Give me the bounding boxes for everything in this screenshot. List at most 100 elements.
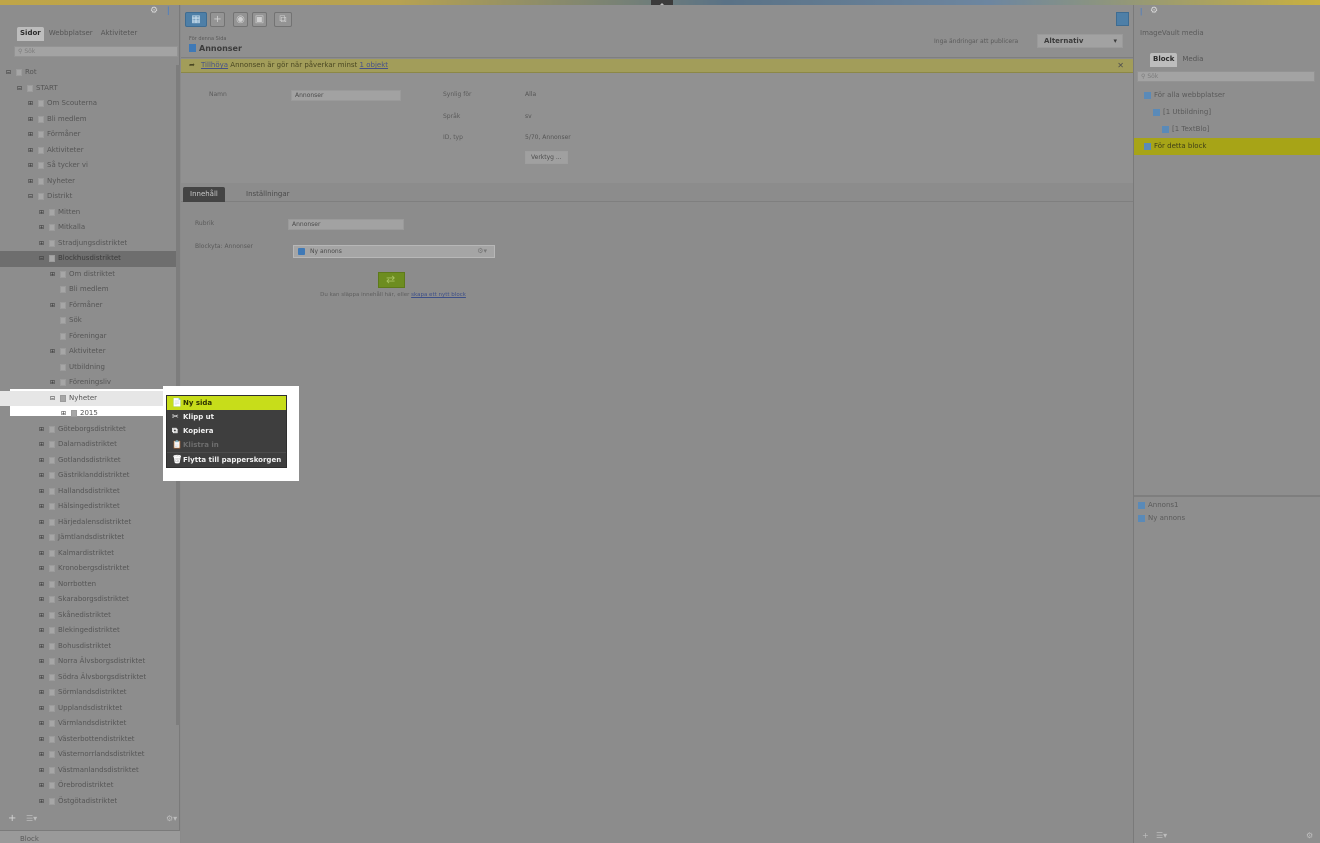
tree-item[interactable]: Föreningar xyxy=(0,329,176,345)
tree-item[interactable]: ⊞ Bohusdistriktet xyxy=(0,639,176,655)
tree-item[interactable]: ⊞ Nyheter xyxy=(0,174,176,190)
alternatives-button[interactable]: Alternativ xyxy=(1037,34,1123,48)
tree-item[interactable]: ⊞ Upplandsdistriktet xyxy=(0,701,176,717)
block-search-input[interactable]: ⚲ Sök xyxy=(1137,71,1315,82)
tree-item[interactable]: ⊞ Jämtlandsdistriktet xyxy=(0,530,176,546)
tree-item[interactable]: ⊞ Bli medlem xyxy=(0,112,176,128)
block-list-item[interactable]: Annons1 xyxy=(1134,499,1320,512)
settings-icon[interactable]: ⚙▾ xyxy=(166,814,177,823)
tree-item[interactable]: ⊞ Kronobergsdistriktet xyxy=(0,561,176,577)
add-icon[interactable]: + xyxy=(1142,831,1149,840)
collapse-icon[interactable]: ⊟ xyxy=(6,65,11,81)
tree-item[interactable]: ⊞ Gästriklanddistriktet xyxy=(0,468,176,484)
expand-icon[interactable]: ⊞ xyxy=(39,763,44,779)
tree-item[interactable]: ⊞ Föreningsliv xyxy=(0,375,176,391)
add-button[interactable]: + xyxy=(210,12,225,27)
block-list-item[interactable]: Ny annons xyxy=(1134,512,1320,525)
page-search-input[interactable]: ⚲ Sök xyxy=(14,46,178,57)
copy-item[interactable]: ⧉ Kopiera xyxy=(167,424,286,438)
page-tree-toggle-button[interactable]: ▦ xyxy=(185,12,207,27)
tab-aktiviteter[interactable]: Aktiviteter xyxy=(98,27,141,41)
expand-icon[interactable]: ⊞ xyxy=(39,530,44,546)
panel-divider[interactable] xyxy=(1134,495,1320,497)
block-folder-item[interactable]: För alla webbplatser xyxy=(1134,87,1320,104)
tools-button[interactable]: Verktyg ... xyxy=(525,151,568,164)
notice-count-link[interactable]: 1 objekt xyxy=(360,61,388,69)
view-settings-button[interactable]: ⧉ xyxy=(274,12,292,27)
tree-item[interactable]: ⊞ Norra Älvsborgsdistriktet xyxy=(0,654,176,670)
tree-item[interactable]: ⊞ Förmåner xyxy=(0,298,176,314)
expand-icon[interactable]: ⊞ xyxy=(28,112,33,128)
preview-eye-button[interactable]: ◉ xyxy=(233,12,248,27)
tree-item[interactable]: ⊞ Hälsingedistriktet xyxy=(0,499,176,515)
expand-icon[interactable]: ⊞ xyxy=(39,608,44,624)
expand-icon[interactable]: ⊞ xyxy=(39,437,44,453)
tree-item[interactable]: ⊞ Göteborgsdistriktet xyxy=(0,422,176,438)
tab-media[interactable]: Media xyxy=(1179,53,1206,67)
expand-icon[interactable]: ⊞ xyxy=(39,592,44,608)
collapse-icon[interactable]: ⊟ xyxy=(17,81,22,97)
expand-icon[interactable]: ⊞ xyxy=(50,298,55,314)
tree-item[interactable]: ⊞ Skaraborgsdistriktet xyxy=(0,592,176,608)
tree-item[interactable]: ⊞ Skånedistriktet xyxy=(0,608,176,624)
expand-icon[interactable]: ⊞ xyxy=(39,484,44,500)
tree-item[interactable]: ⊞ Aktiviteter xyxy=(0,143,176,159)
tree-item[interactable]: ⊟ START xyxy=(0,81,176,97)
cut-item[interactable]: ✂ Klipp ut xyxy=(167,410,286,424)
breadcrumb[interactable]: För denna Sida xyxy=(189,36,226,42)
expand-icon[interactable]: ⊞ xyxy=(39,453,44,469)
expand-icon[interactable]: ⊞ xyxy=(39,670,44,686)
collapse-icon[interactable]: ⊟ xyxy=(28,189,33,205)
expand-icon[interactable]: ⊞ xyxy=(39,220,44,236)
compare-button[interactable]: ▣ xyxy=(252,12,267,27)
block-item-ny-annons[interactable]: Ny annons ⚙▾ xyxy=(293,245,495,258)
block-folder-item[interactable]: För detta block xyxy=(1134,138,1320,155)
tree-item[interactable]: Utbildning xyxy=(0,360,176,376)
tree-item[interactable]: ⊞ Mitkalla xyxy=(0,220,176,236)
assets-toggle-button[interactable] xyxy=(1116,12,1129,26)
expand-icon[interactable]: ⊞ xyxy=(50,267,55,283)
tree-item[interactable]: ⊞ Så tycker vi xyxy=(0,158,176,174)
expand-icon[interactable]: ⊞ xyxy=(39,236,44,252)
collapse-icon[interactable]: ⊟ xyxy=(39,251,44,267)
add-icon[interactable]: + xyxy=(8,813,16,824)
expand-icon[interactable]: ⊞ xyxy=(39,639,44,655)
tree-item[interactable]: ⊞ Om distriktet xyxy=(0,267,176,283)
tree-item[interactable]: ⊞ Sörmlandsdistriktet xyxy=(0,685,176,701)
tree-item[interactable]: ⊞ Hallandsdistriktet xyxy=(0,484,176,500)
tree-item[interactable]: ⊞ Förmåner xyxy=(0,127,176,143)
expand-icon[interactable]: ⊞ xyxy=(50,344,55,360)
expand-icon[interactable]: ⊞ xyxy=(39,732,44,748)
expand-icon[interactable]: ⊞ xyxy=(39,623,44,639)
expand-icon[interactable]: ⊞ xyxy=(39,546,44,562)
gear-icon[interactable]: ⚙ xyxy=(150,7,159,16)
block-section-header[interactable]: Block xyxy=(0,830,180,843)
block-folder-item[interactable]: [1 Utbildning] xyxy=(1134,104,1320,121)
expand-icon[interactable]: ⊞ xyxy=(61,406,66,422)
tree-item[interactable]: ⊞ Östgötadistriktet xyxy=(0,794,176,810)
tree-item[interactable]: ⊞ Västernorrlandsdistriktet xyxy=(0,747,176,763)
expand-icon[interactable]: ⊞ xyxy=(50,375,55,391)
tab-block[interactable]: Block xyxy=(1150,53,1178,67)
block-folder-item[interactable]: [1 TextBlo] xyxy=(1134,121,1320,138)
gear-icon[interactable]: ⚙▾ xyxy=(477,246,487,257)
list-icon[interactable]: ☰▾ xyxy=(1156,831,1167,840)
tab-webbplatser[interactable]: Webbplatser xyxy=(46,27,96,41)
expand-icon[interactable]: ⊞ xyxy=(39,716,44,732)
create-block-link[interactable]: skapa ett nytt block xyxy=(411,292,466,298)
visible-value[interactable]: Alla xyxy=(525,91,536,98)
pin-icon[interactable]: ǀ xyxy=(1140,7,1142,16)
tree-item[interactable]: ⊟ Distrikt xyxy=(0,189,176,205)
heading-input[interactable]: Annonser xyxy=(288,219,404,230)
notice-link[interactable]: Tillhöya xyxy=(201,61,228,69)
tree-item[interactable]: ⊞ Södra Älvsborgsdistriktet xyxy=(0,670,176,686)
tree-item[interactable]: ⊞ Stradjungsdistriktet xyxy=(0,236,176,252)
expand-icon[interactable]: ⊞ xyxy=(39,701,44,717)
gear-icon[interactable]: ⚙ xyxy=(1150,6,1158,16)
tree-item[interactable]: ⊞ Örebrodistriktet xyxy=(0,778,176,794)
tab-sidor[interactable]: Sidor xyxy=(17,27,44,41)
expand-icon[interactable]: ⊞ xyxy=(28,174,33,190)
pin-icon[interactable]: ǀ xyxy=(167,7,173,16)
expand-icon[interactable]: ⊞ xyxy=(28,96,33,112)
expand-icon[interactable]: ⊞ xyxy=(39,577,44,593)
